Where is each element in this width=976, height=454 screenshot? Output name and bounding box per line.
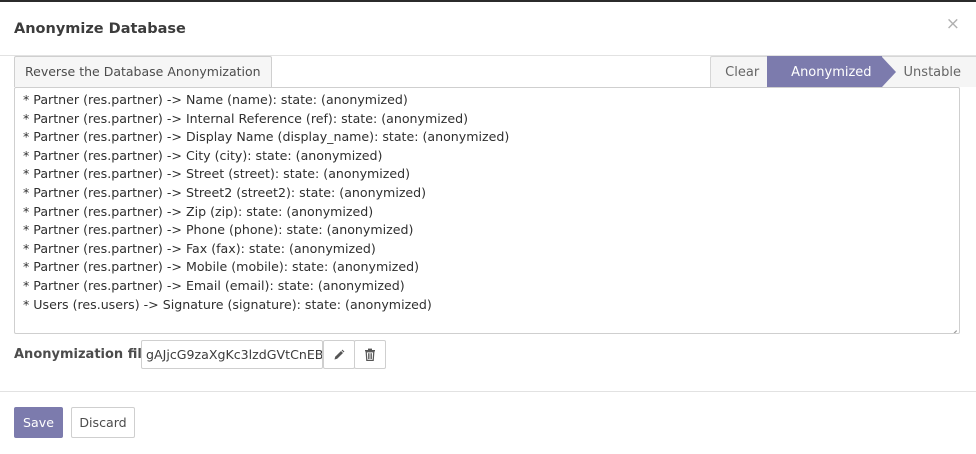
discard-button[interactable]: Discard [71, 407, 135, 438]
anonymization-file-label: Anonymization file [14, 347, 151, 362]
log-line: * Partner (res.partner) -> Fax (fax): st… [23, 240, 376, 256]
log-line: * Partner (res.partner) -> Email (email)… [23, 277, 405, 293]
reverse-anonymization-button[interactable]: Reverse the Database Anonymization [14, 56, 272, 87]
log-line: * Partner (res.partner) -> Display Name … [23, 129, 510, 145]
footer-divider [0, 391, 976, 392]
log-line: * Partner (res.partner) -> Name (name): … [23, 92, 408, 107]
edit-file-button[interactable] [323, 340, 355, 369]
resize-handle-icon[interactable] [947, 321, 957, 331]
toolbar: Reverse the Database Anonymization Clear… [0, 56, 976, 87]
anonymization-file-field[interactable]: gAJjcG9zaXgKc3lzdGVtCnEBV [141, 340, 323, 369]
status-arrow [881, 57, 896, 87]
anonymization-log-textarea[interactable]: * Partner (res.partner) -> Name (name): … [14, 87, 960, 334]
close-icon[interactable]: × [946, 16, 960, 33]
log-line: * Partner (res.partner) -> Internal Refe… [23, 110, 468, 126]
status-bar: Clear Anonymized Unstable [710, 56, 976, 87]
status-stage-unstable-label: Unstable [903, 65, 961, 80]
anonymization-file-row: Anonymization file gAJjcG9zaXgKc3lzdGVtC… [14, 340, 614, 369]
log-line: * Partner (res.partner) -> Mobile (mobil… [23, 259, 419, 275]
log-line: * Partner (res.partner) -> Zip (zip): st… [23, 203, 374, 219]
log-lines: * Partner (res.partner) -> Name (name): … [15, 88, 959, 314]
delete-file-button[interactable] [354, 340, 386, 369]
dialog-header: Anonymize Database × [0, 2, 976, 56]
log-line: * Partner (res.partner) -> City (city): … [23, 147, 383, 163]
save-button[interactable]: Save [14, 407, 63, 438]
trash-icon [365, 348, 375, 361]
status-stage-clear-label: Clear [725, 65, 760, 80]
status-stage-anonymized-label: Anonymized [791, 65, 872, 80]
dialog-title: Anonymize Database [14, 21, 186, 37]
status-stage-clear[interactable]: Clear [710, 56, 768, 87]
pencil-icon [334, 349, 345, 359]
status-stage-unstable[interactable]: Unstable [881, 56, 976, 87]
log-line: * Partner (res.partner) -> Street2 (stre… [23, 184, 427, 200]
log-line: * Partner (res.partner) -> Street (stree… [23, 166, 411, 182]
log-line: * Users (res.users) -> Signature (signat… [23, 296, 432, 312]
status-stage-anonymized[interactable]: Anonymized [767, 56, 896, 87]
log-line: * Partner (res.partner) -> Phone (phone)… [23, 222, 414, 238]
